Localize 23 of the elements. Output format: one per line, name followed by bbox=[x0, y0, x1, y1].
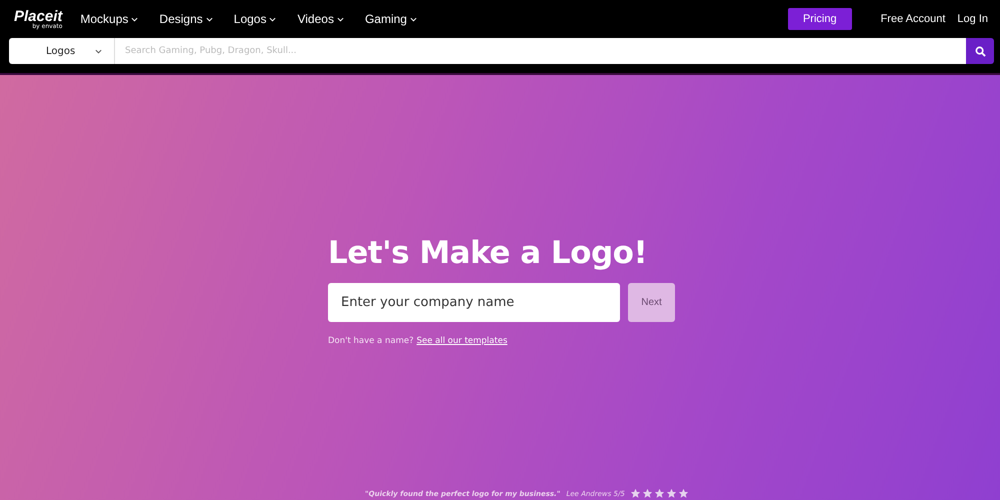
star-icon bbox=[642, 489, 652, 498]
star-icon bbox=[678, 489, 688, 498]
pricing-button[interactable]: Pricing bbox=[788, 8, 852, 30]
star-icon bbox=[666, 489, 676, 498]
star-icon bbox=[654, 489, 664, 498]
search-button[interactable] bbox=[966, 38, 994, 64]
next-button[interactable]: Next bbox=[628, 283, 675, 322]
nav-menu-item[interactable]: Logos bbox=[234, 12, 276, 26]
nav-menu-item[interactable]: Mockups bbox=[80, 12, 138, 26]
search-icon bbox=[974, 46, 986, 56]
log-in-link[interactable]: Log In bbox=[957, 13, 988, 25]
nav-menu-item[interactable]: Designs bbox=[159, 12, 213, 26]
star-icon bbox=[630, 489, 640, 498]
templates-link[interactable]: See all our templates bbox=[416, 336, 508, 346]
hint-text: Don't have a name? bbox=[328, 336, 414, 346]
chevron-down-icon bbox=[95, 48, 102, 54]
category-dropdown[interactable]: Logos bbox=[9, 38, 115, 64]
search-field[interactable]: Search Gaming, Pubg, Dragon, Skull... bbox=[115, 38, 966, 64]
company-name-field[interactable]: Enter your company name bbox=[328, 283, 620, 322]
free-account-link[interactable]: Free Account bbox=[880, 13, 946, 25]
hero-title: Let's Make a Logo! bbox=[328, 235, 648, 271]
nav-menu-item[interactable]: Videos bbox=[297, 12, 344, 26]
nav-menu-item[interactable]: Gaming bbox=[364, 12, 417, 26]
